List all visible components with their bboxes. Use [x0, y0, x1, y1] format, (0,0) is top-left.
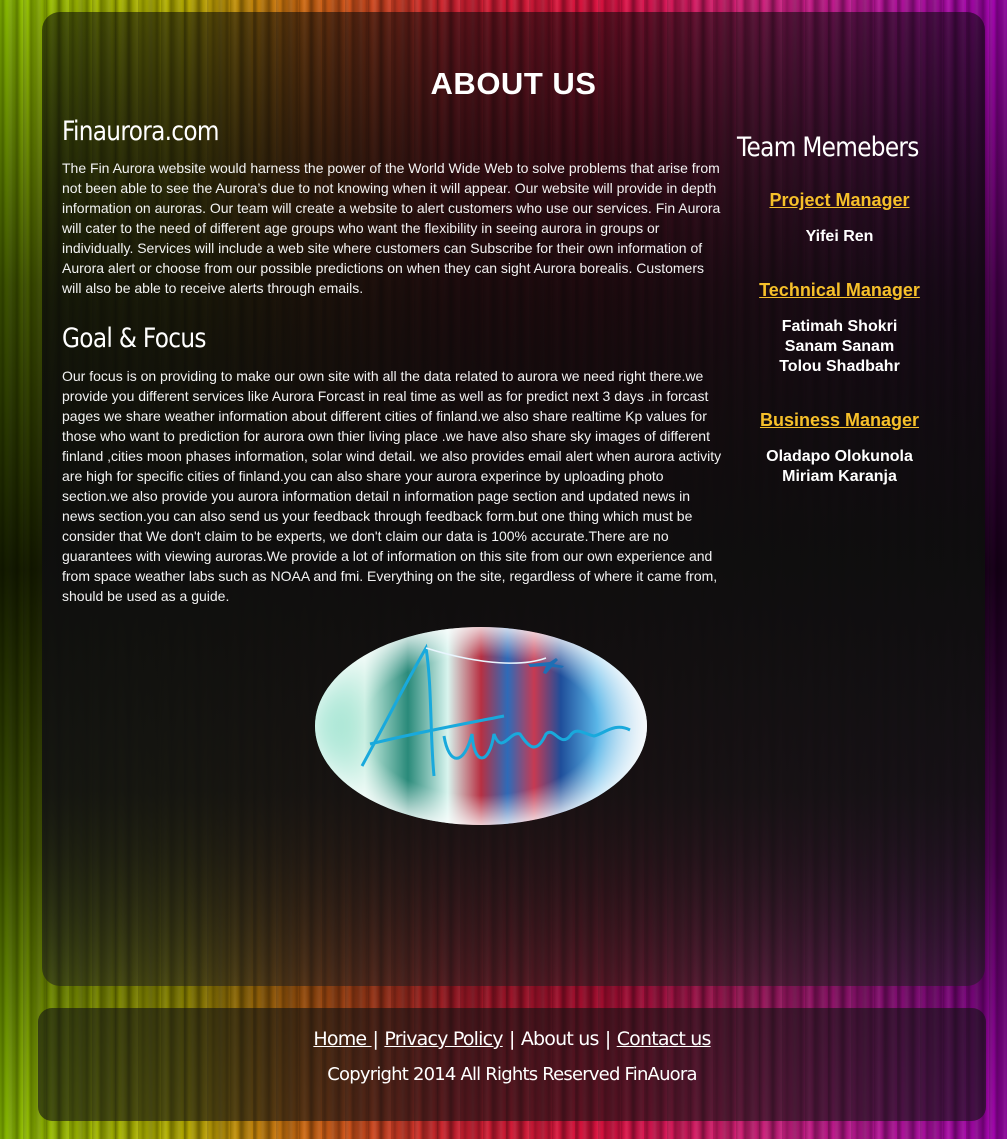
goal-heading: Goal & Focus: [62, 323, 206, 354]
technical-manager-members: Fatimah Shokri Sanam Sanam Tolou Shadbah…: [742, 317, 937, 377]
member-name: Fatimah Shokri: [781, 318, 898, 335]
copyright-text: Copyright 2014 All Rights Reserved FinAu…: [327, 1064, 697, 1085]
main-content-panel: ABOUT US Finaurora.com The Fin Aurora we…: [42, 12, 985, 986]
team-title: Team Memebers: [737, 132, 919, 163]
role-technical-manager[interactable]: Technical Manager: [742, 280, 937, 301]
aurora-logo: [315, 627, 647, 825]
page-title: ABOUT US: [430, 66, 597, 101]
footer-link-home[interactable]: Home: [313, 1028, 371, 1050]
footer-panel: Home | Privacy Policy | About us | Conta…: [38, 1008, 986, 1121]
role-project-manager[interactable]: Project Manager: [742, 190, 937, 211]
business-manager-members: Oladapo Olokunola Miriam Karanja: [742, 447, 937, 487]
footer-link-contact-us[interactable]: Contact us: [617, 1028, 712, 1050]
role-business-manager[interactable]: Business Manager: [742, 410, 937, 431]
intro-heading: Finaurora.com: [62, 116, 220, 147]
separator: |: [604, 1028, 611, 1050]
goal-paragraph: Our focus is on providing to make our ow…: [62, 368, 722, 604]
footer-nav: Home | Privacy Policy | About us | Conta…: [38, 1028, 986, 1050]
member-name: Yifei Ren: [805, 228, 874, 245]
member-name: Tolou Shadbahr: [779, 358, 900, 375]
member-name: Sanam Sanam: [784, 338, 895, 355]
project-manager-members: Yifei Ren: [742, 227, 937, 247]
member-name: Miriam Karanja: [782, 468, 897, 485]
separator: |: [372, 1028, 379, 1050]
footer-link-privacy-policy[interactable]: Privacy Policy: [384, 1028, 503, 1050]
separator: |: [508, 1028, 515, 1050]
member-name: Oladapo Olokunola: [766, 448, 913, 465]
intro-paragraph: The Fin Aurora website would harness the…: [62, 160, 721, 296]
footer-link-about-us[interactable]: About us: [521, 1028, 600, 1050]
